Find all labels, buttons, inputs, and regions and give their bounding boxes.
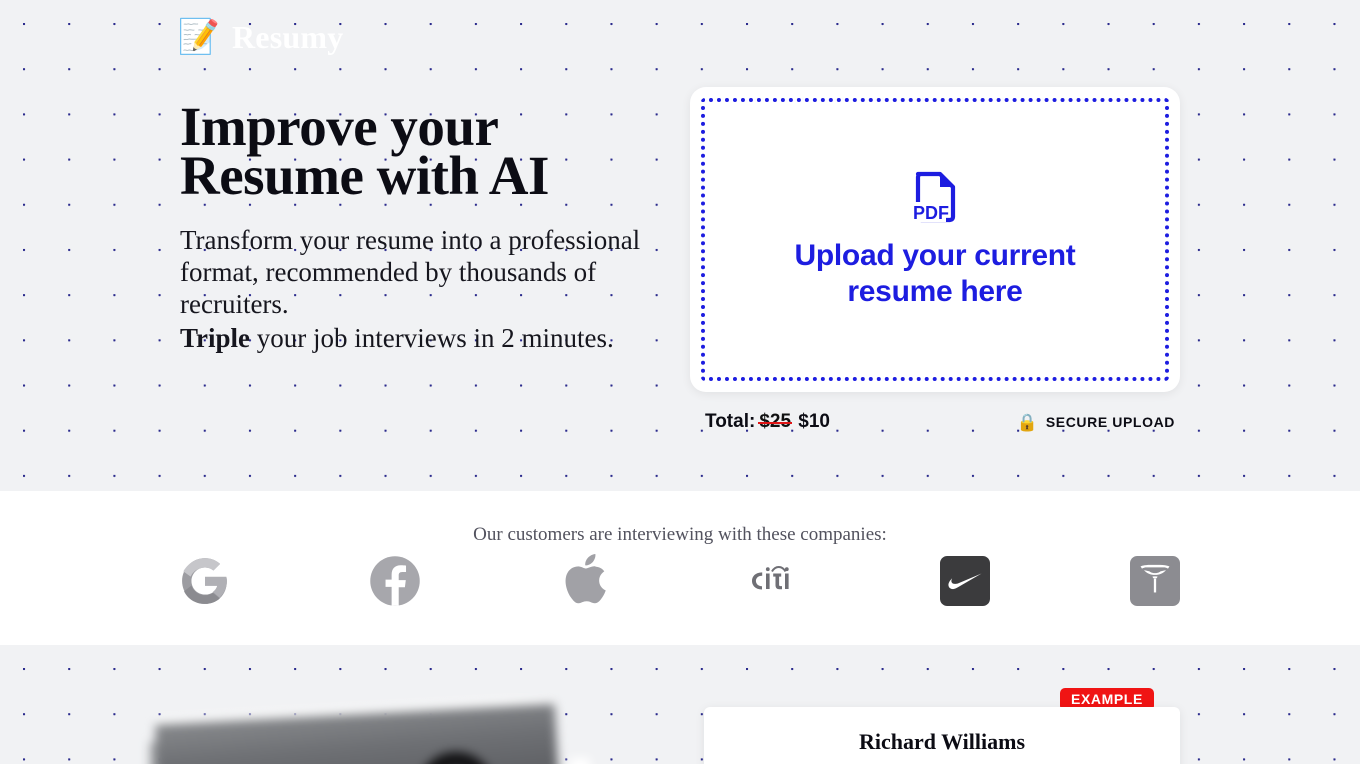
facebook-logo [340, 553, 450, 609]
secure-upload-badge: 🔒 SECURE UPLOAD [1017, 414, 1175, 431]
subcopy-emphasis: Triple [180, 323, 250, 354]
old-price: $25 [759, 411, 792, 432]
tesla-logo [1100, 553, 1210, 609]
blur-white-patch [570, 758, 590, 764]
lock-icon: 🔒 [1016, 412, 1038, 432]
companies-title: Our customers are interviewing with thes… [473, 524, 887, 545]
subcopy-paragraph: Transform your resume into a professiona… [180, 224, 641, 320]
hero-copy: Improve your Resume with AI Transform yo… [180, 99, 680, 355]
svg-text:PDF: PDF [913, 203, 949, 223]
total-price: Total: $25 $10 [705, 411, 830, 433]
example-preview-blurred [150, 700, 590, 764]
example-resume-card[interactable]: Richard Williams 3665 Margaret Street, H… [704, 707, 1180, 764]
upload-cta-line-2: resume here [847, 275, 1023, 308]
new-price: $10 [798, 411, 830, 432]
resume-candidate-name: Richard Williams [858, 729, 1026, 754]
pdf-file-icon: PDF [911, 169, 959, 230]
hero-subcopy: Transform your resume into a professiona… [180, 224, 680, 355]
upload-card[interactable]: PDF Upload your current resume here [690, 87, 1180, 392]
apple-logo [530, 553, 640, 609]
citi-logo [720, 553, 830, 609]
subcopy-claim-rest: your job interviews in 2 minutes. [250, 323, 614, 354]
google-logo [150, 553, 260, 609]
subcopy-claim: Triple your job interviews in 2 minutes. [180, 322, 680, 354]
memo-pencil-icon: 📝 [177, 18, 221, 56]
blur-card-body [155, 703, 561, 764]
brand-name: Resumy [232, 18, 344, 55]
company-logo-row [150, 553, 1210, 609]
page-title: Improve your Resume with AI [180, 99, 680, 203]
upload-dropzone[interactable]: PDF Upload your current resume here [701, 98, 1169, 381]
companies-section: Our customers are interviewing with thes… [0, 491, 1360, 645]
brand[interactable]: 📝 Resumy [177, 18, 344, 56]
upload-cta-text: Upload your current resume here [795, 238, 1076, 310]
nike-logo [910, 553, 1020, 609]
headline-line-2: Resume with AI [180, 144, 549, 206]
total-label: Total: [705, 411, 756, 432]
upload-cta-line-1: Upload your current [794, 239, 1076, 272]
price-row: Total: $25 $10 🔒 SECURE UPLOAD [705, 411, 1175, 433]
hero-section: 📝 Resumy Improve your Resume with AI Tra… [0, 0, 1360, 491]
secure-upload-label: SECURE UPLOAD [1045, 414, 1175, 430]
